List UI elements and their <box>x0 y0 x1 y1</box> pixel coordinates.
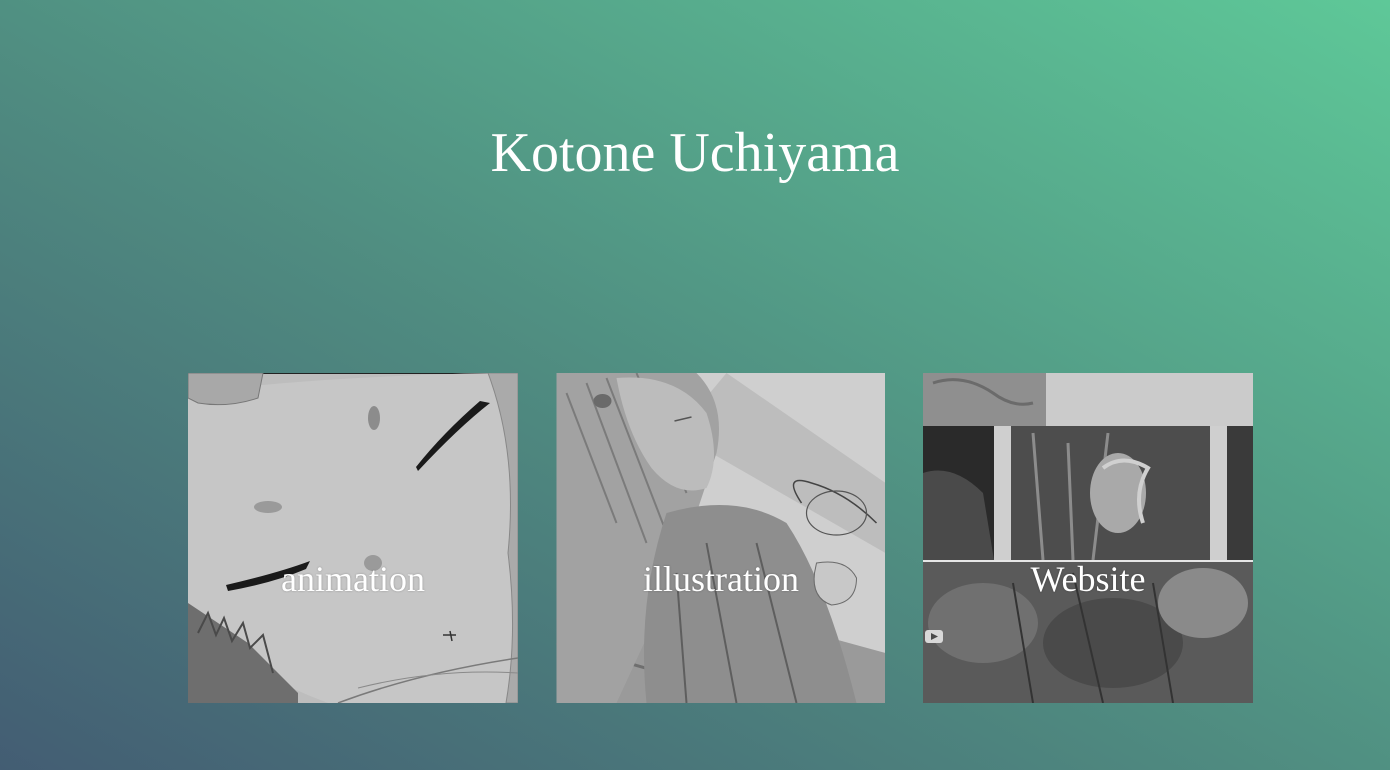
animation-label: animation <box>281 559 425 599</box>
website-label: Website <box>1030 559 1146 599</box>
page-title: Kotone Uchiyama <box>490 122 900 184</box>
illustration-label: illustration <box>643 559 799 599</box>
animation-tile[interactable]: animation <box>188 373 518 703</box>
website-collage-thumbnail <box>923 373 1253 703</box>
anime-girl-face-thumbnail <box>188 373 518 703</box>
website-tile[interactable]: Website <box>923 373 1253 703</box>
illustration-tile[interactable]: illustration <box>556 373 885 703</box>
girl-holding-flower-thumbnail <box>556 373 885 703</box>
